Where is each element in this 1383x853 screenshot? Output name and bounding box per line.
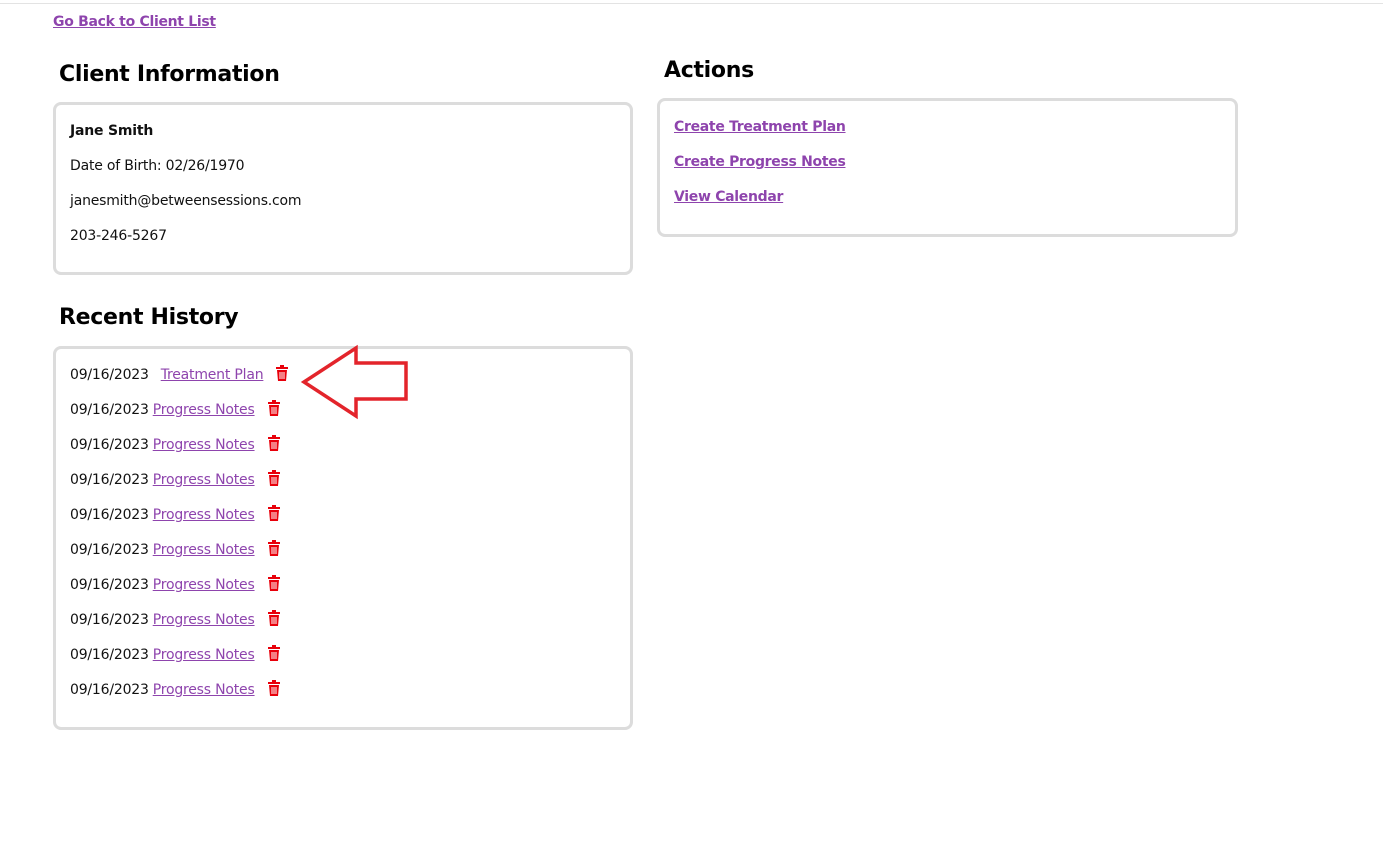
trash-icon[interactable] bbox=[267, 680, 281, 696]
history-row: 09/16/2023 Progress Notes bbox=[70, 435, 281, 455]
trash-icon[interactable] bbox=[267, 400, 281, 416]
trash-icon[interactable] bbox=[267, 540, 281, 556]
history-date: 09/16/2023 bbox=[70, 682, 149, 698]
client-email: janesmith@betweensessions.com bbox=[70, 193, 302, 209]
client-info-title: Client Information bbox=[59, 62, 280, 87]
progress-notes-link[interactable]: Progress Notes bbox=[153, 542, 255, 558]
trash-icon[interactable] bbox=[267, 505, 281, 521]
progress-notes-link[interactable]: Progress Notes bbox=[153, 472, 255, 488]
history-row: 09/16/2023 Progress Notes bbox=[70, 540, 281, 560]
history-row: 09/16/2023 Progress Notes bbox=[70, 610, 281, 630]
progress-notes-link[interactable]: Progress Notes bbox=[153, 437, 255, 453]
history-date: 09/16/2023 bbox=[70, 472, 149, 488]
actions-card: Create Treatment Plan Create Progress No… bbox=[657, 98, 1238, 237]
client-phone: 203-246-5267 bbox=[70, 228, 167, 244]
history-date: 09/16/2023 bbox=[70, 612, 149, 628]
trash-icon[interactable] bbox=[267, 435, 281, 451]
history-row: 09/16/2023 Progress Notes bbox=[70, 470, 281, 490]
progress-notes-link[interactable]: Progress Notes bbox=[153, 647, 255, 663]
progress-notes-link[interactable]: Progress Notes bbox=[153, 682, 255, 698]
create-progress-notes-link[interactable]: Create Progress Notes bbox=[674, 154, 846, 170]
history-date: 09/16/2023 bbox=[70, 367, 149, 383]
history-date: 09/16/2023 bbox=[70, 542, 149, 558]
trash-icon[interactable] bbox=[267, 470, 281, 486]
progress-notes-link[interactable]: Progress Notes bbox=[153, 577, 255, 593]
history-date: 09/16/2023 bbox=[70, 647, 149, 663]
history-row: 09/16/2023 Progress Notes bbox=[70, 505, 281, 525]
history-row: 09/16/2023 Progress Notes bbox=[70, 645, 281, 665]
trash-icon[interactable] bbox=[267, 575, 281, 591]
arrow-left-annotation-icon bbox=[300, 344, 408, 420]
view-calendar-link[interactable]: View Calendar bbox=[674, 189, 783, 205]
trash-icon[interactable] bbox=[275, 365, 289, 381]
client-dob: Date of Birth: 02/26/1970 bbox=[70, 158, 245, 174]
client-name: Jane Smith bbox=[70, 123, 154, 139]
history-row: 09/16/2023 Progress Notes bbox=[70, 680, 281, 700]
actions-title: Actions bbox=[664, 58, 754, 83]
trash-icon[interactable] bbox=[267, 610, 281, 626]
progress-notes-link[interactable]: Progress Notes bbox=[153, 612, 255, 628]
back-to-client-list-link[interactable]: Go Back to Client List bbox=[53, 14, 216, 30]
progress-notes-link[interactable]: Progress Notes bbox=[153, 402, 255, 418]
history-row: 09/16/2023 Treatment Plan bbox=[70, 365, 289, 385]
top-divider bbox=[0, 3, 1383, 4]
client-info-card: Jane Smith Date of Birth: 02/26/1970 jan… bbox=[53, 102, 633, 275]
history-date: 09/16/2023 bbox=[70, 402, 149, 418]
history-row: 09/16/2023 Progress Notes bbox=[70, 400, 281, 420]
history-row: 09/16/2023 Progress Notes bbox=[70, 575, 281, 595]
treatment-plan-link[interactable]: Treatment Plan bbox=[161, 367, 264, 383]
progress-notes-link[interactable]: Progress Notes bbox=[153, 507, 255, 523]
history-date: 09/16/2023 bbox=[70, 577, 149, 593]
create-treatment-plan-link[interactable]: Create Treatment Plan bbox=[674, 119, 846, 135]
trash-icon[interactable] bbox=[267, 645, 281, 661]
history-date: 09/16/2023 bbox=[70, 507, 149, 523]
history-date: 09/16/2023 bbox=[70, 437, 149, 453]
recent-history-title: Recent History bbox=[59, 305, 239, 330]
